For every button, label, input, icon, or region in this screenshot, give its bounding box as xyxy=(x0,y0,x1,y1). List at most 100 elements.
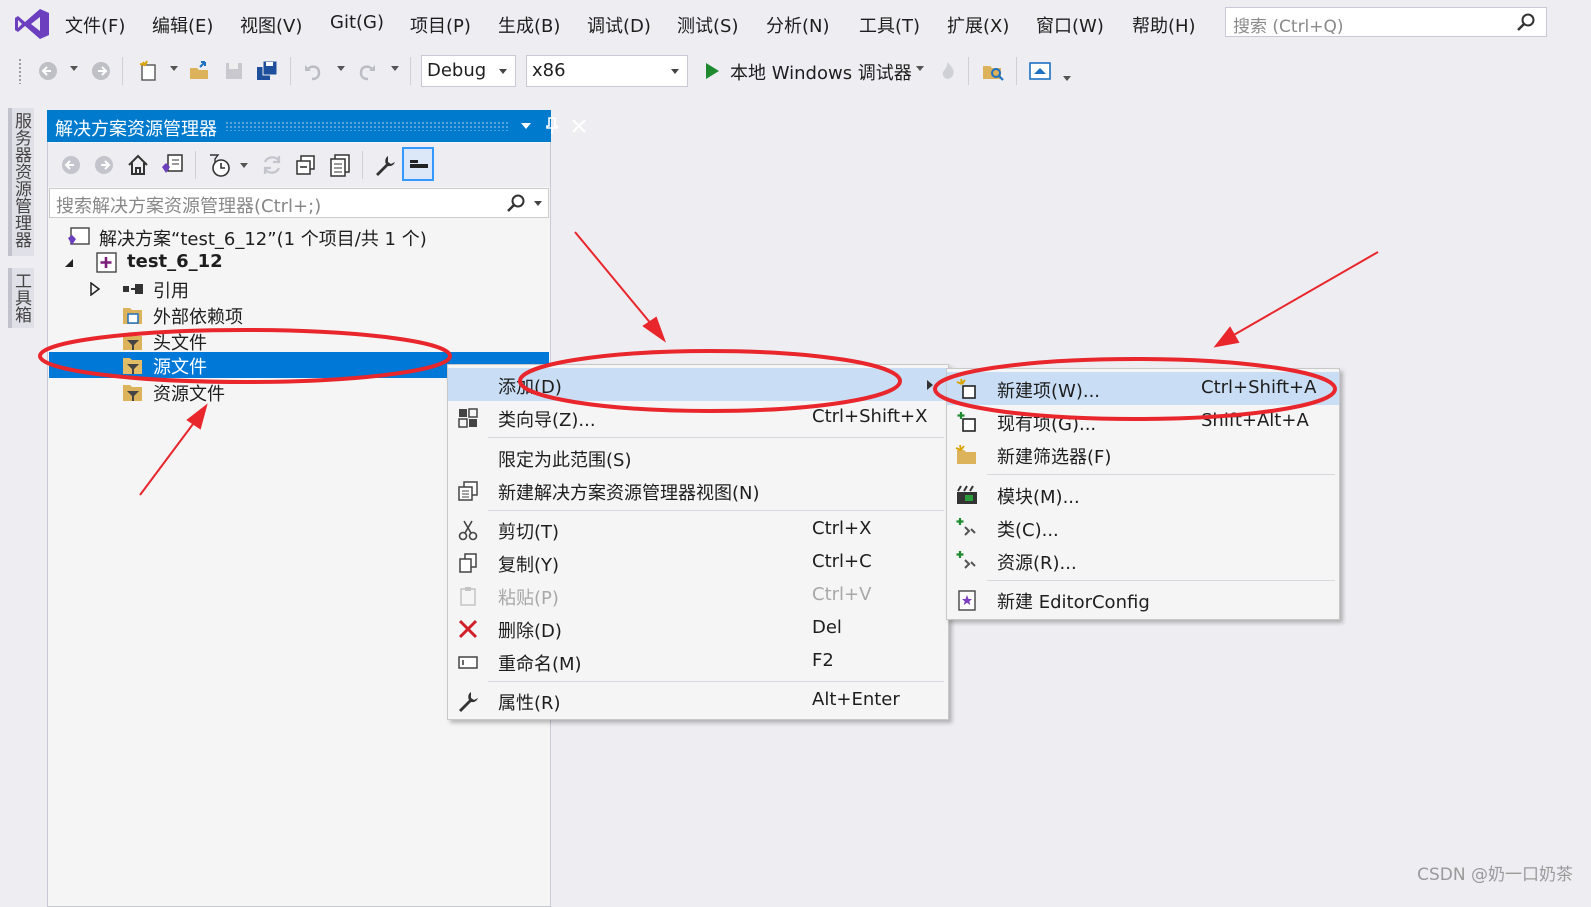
menu-item-paste: 粘贴(P) Ctrl+V xyxy=(448,579,948,612)
tree-item-header-files[interactable]: 头文件 xyxy=(49,328,549,354)
properties-wrench-icon[interactable] xyxy=(373,153,397,177)
menu-item-shortcut: Del xyxy=(812,617,842,638)
menu-item-delete[interactable]: 删除(D) Del xyxy=(448,612,948,645)
menu-item-label: 现有项(G)... xyxy=(997,414,1097,435)
submenu-item-module[interactable]: 模块(M)... xyxy=(947,478,1339,511)
toolbar-separator xyxy=(362,151,363,179)
menu-extensions[interactable]: 扩展(X) xyxy=(947,12,1009,38)
menu-edit[interactable]: 编辑(E) xyxy=(152,12,213,38)
navigate-forward-icon[interactable] xyxy=(88,58,114,84)
server-explorer-tab[interactable]: 服务器资源管理器 xyxy=(8,108,34,256)
submenu-item-existing-item[interactable]: 现有项(G)... Shift+Alt+A xyxy=(947,405,1339,438)
submenu-item-resource[interactable]: 资源(R)... xyxy=(947,544,1339,577)
quick-search-placeholder: 搜索 (Ctrl+Q) xyxy=(1233,17,1344,37)
quick-search-input[interactable]: 搜索 (Ctrl+Q) xyxy=(1225,7,1547,37)
menu-item-add[interactable]: 添加(D) xyxy=(448,368,948,401)
editorconfig-icon xyxy=(955,588,979,612)
save-all-icon[interactable] xyxy=(254,58,280,84)
menu-debug[interactable]: 调试(D) xyxy=(587,12,651,38)
pin-icon[interactable] xyxy=(545,116,559,136)
new-project-icon[interactable] xyxy=(136,58,162,84)
pending-changes-filter-icon[interactable] xyxy=(208,153,232,179)
menu-test[interactable]: 测试(S) xyxy=(677,12,738,38)
redo-icon[interactable] xyxy=(354,58,380,84)
menu-item-rename[interactable]: 重命名(M) F2 xyxy=(448,645,948,678)
tree-item-references[interactable]: 引用 xyxy=(49,276,549,302)
submenu-item-new-filter[interactable]: 新建筛选器(F) xyxy=(947,438,1339,471)
preview-selected-items-button[interactable] xyxy=(402,147,434,181)
copy-icon xyxy=(456,551,480,575)
navigate-back-icon[interactable] xyxy=(35,58,61,84)
save-icon[interactable] xyxy=(221,58,247,84)
menu-item-new-solution-explorer-view[interactable]: 新建解决方案资源管理器视图(N) xyxy=(448,474,948,507)
menu-file[interactable]: 文件(F) xyxy=(65,12,125,38)
sync-icon[interactable] xyxy=(260,153,284,177)
home-icon[interactable] xyxy=(126,153,150,177)
open-file-icon[interactable] xyxy=(187,58,213,84)
browser-link-icon[interactable] xyxy=(1027,58,1053,84)
tree-item-solution[interactable]: 解决方案“test_6_12”(1 个项目/共 1 个) xyxy=(49,224,549,250)
find-in-files-icon[interactable] xyxy=(980,58,1006,84)
toolbar-separator xyxy=(410,57,411,85)
solution-configuration-select[interactable]: Debug xyxy=(421,55,516,87)
tree-item-project[interactable]: test_6_12 xyxy=(49,250,549,276)
close-icon[interactable] xyxy=(571,118,587,134)
start-debugging-button[interactable]: 本地 Windows 调试器 xyxy=(700,56,915,86)
collapse-all-icon[interactable] xyxy=(294,153,318,177)
collapsed-triangle-icon[interactable] xyxy=(89,282,101,296)
submenu-item-class[interactable]: 类(C)... xyxy=(947,511,1339,544)
chevron-down-icon[interactable] xyxy=(534,201,542,206)
hot-reload-icon[interactable] xyxy=(935,58,961,84)
menu-item-class-wizard[interactable]: 类向导(Z)... Ctrl+Shift+X xyxy=(448,401,948,434)
menu-item-scope-to-this[interactable]: 限定为此范围(S) xyxy=(448,441,948,474)
undo-icon[interactable] xyxy=(300,58,326,84)
menu-item-label: 重命名(M) xyxy=(498,654,582,675)
menu-view[interactable]: 视图(V) xyxy=(240,12,302,38)
menu-item-label: 新建项(W)... xyxy=(997,381,1101,402)
visual-studio-logo-icon[interactable] xyxy=(14,8,50,40)
annotation-arrow xyxy=(574,231,667,343)
chevron-down-icon[interactable] xyxy=(337,66,345,71)
solution-explorer-titlebar[interactable]: 解决方案资源管理器 xyxy=(47,110,586,142)
new-item-icon xyxy=(955,377,979,401)
solution-platform-select[interactable]: x86 xyxy=(526,55,688,87)
wrench-icon xyxy=(456,689,480,713)
chevron-down-icon[interactable] xyxy=(170,66,178,71)
menu-item-properties[interactable]: 属性(R) Alt+Enter xyxy=(448,684,948,717)
forward-icon[interactable] xyxy=(93,154,115,176)
menu-build[interactable]: 生成(B) xyxy=(498,12,560,38)
menu-bar: 文件(F) 编辑(E) 视图(V) Git(G) 项目(P) 生成(B) 调试(… xyxy=(0,0,1591,48)
toolbar-grip[interactable] xyxy=(18,58,22,84)
menu-project[interactable]: 项目(P) xyxy=(410,12,471,38)
back-icon[interactable] xyxy=(60,154,82,176)
expanded-triangle-icon[interactable] xyxy=(63,258,75,268)
menu-item-copy[interactable]: 复制(Y) Ctrl+C xyxy=(448,546,948,579)
submenu-arrow-icon xyxy=(927,380,933,390)
menu-git[interactable]: Git(G) xyxy=(330,12,384,33)
window-position-dropdown-icon[interactable] xyxy=(519,120,533,132)
menu-item-shortcut: Ctrl+V xyxy=(812,584,872,605)
menu-item-shortcut: F2 xyxy=(812,650,834,671)
submenu-item-new-editorconfig[interactable]: 新建 EditorConfig xyxy=(947,583,1339,616)
chevron-down-icon[interactable] xyxy=(70,66,78,71)
menu-separator xyxy=(987,474,1335,475)
toolbox-tab[interactable]: 工具箱 xyxy=(8,268,34,328)
menu-item-cut[interactable]: 剪切(T) Ctrl+X xyxy=(448,513,948,546)
menu-help[interactable]: 帮助(H) xyxy=(1132,12,1196,38)
submenu-item-new-item[interactable]: 新建项(W)... Ctrl+Shift+A xyxy=(947,372,1339,405)
chevron-down-icon[interactable] xyxy=(916,66,924,71)
show-all-files-icon[interactable] xyxy=(328,153,352,177)
solution-explorer-search-input[interactable]: 搜索解决方案资源管理器(Ctrl+;) xyxy=(49,188,549,218)
menu-analyze[interactable]: 分析(N) xyxy=(766,12,830,38)
menu-window[interactable]: 窗口(W) xyxy=(1036,12,1104,38)
cpp-project-icon xyxy=(96,252,117,273)
toolbar-options-icon[interactable] xyxy=(1063,76,1071,81)
menu-item-label: 复制(Y) xyxy=(498,555,560,576)
menu-item-label: 剪切(T) xyxy=(498,522,560,543)
tree-item-external-dependencies[interactable]: 外部依赖项 xyxy=(49,302,549,328)
menu-tools[interactable]: 工具(T) xyxy=(859,12,920,38)
chevron-down-icon[interactable] xyxy=(240,163,248,168)
solution-search-placeholder: 搜索解决方案资源管理器(Ctrl+;) xyxy=(56,196,322,217)
switch-views-icon[interactable] xyxy=(160,153,184,177)
chevron-down-icon[interactable] xyxy=(391,66,399,71)
